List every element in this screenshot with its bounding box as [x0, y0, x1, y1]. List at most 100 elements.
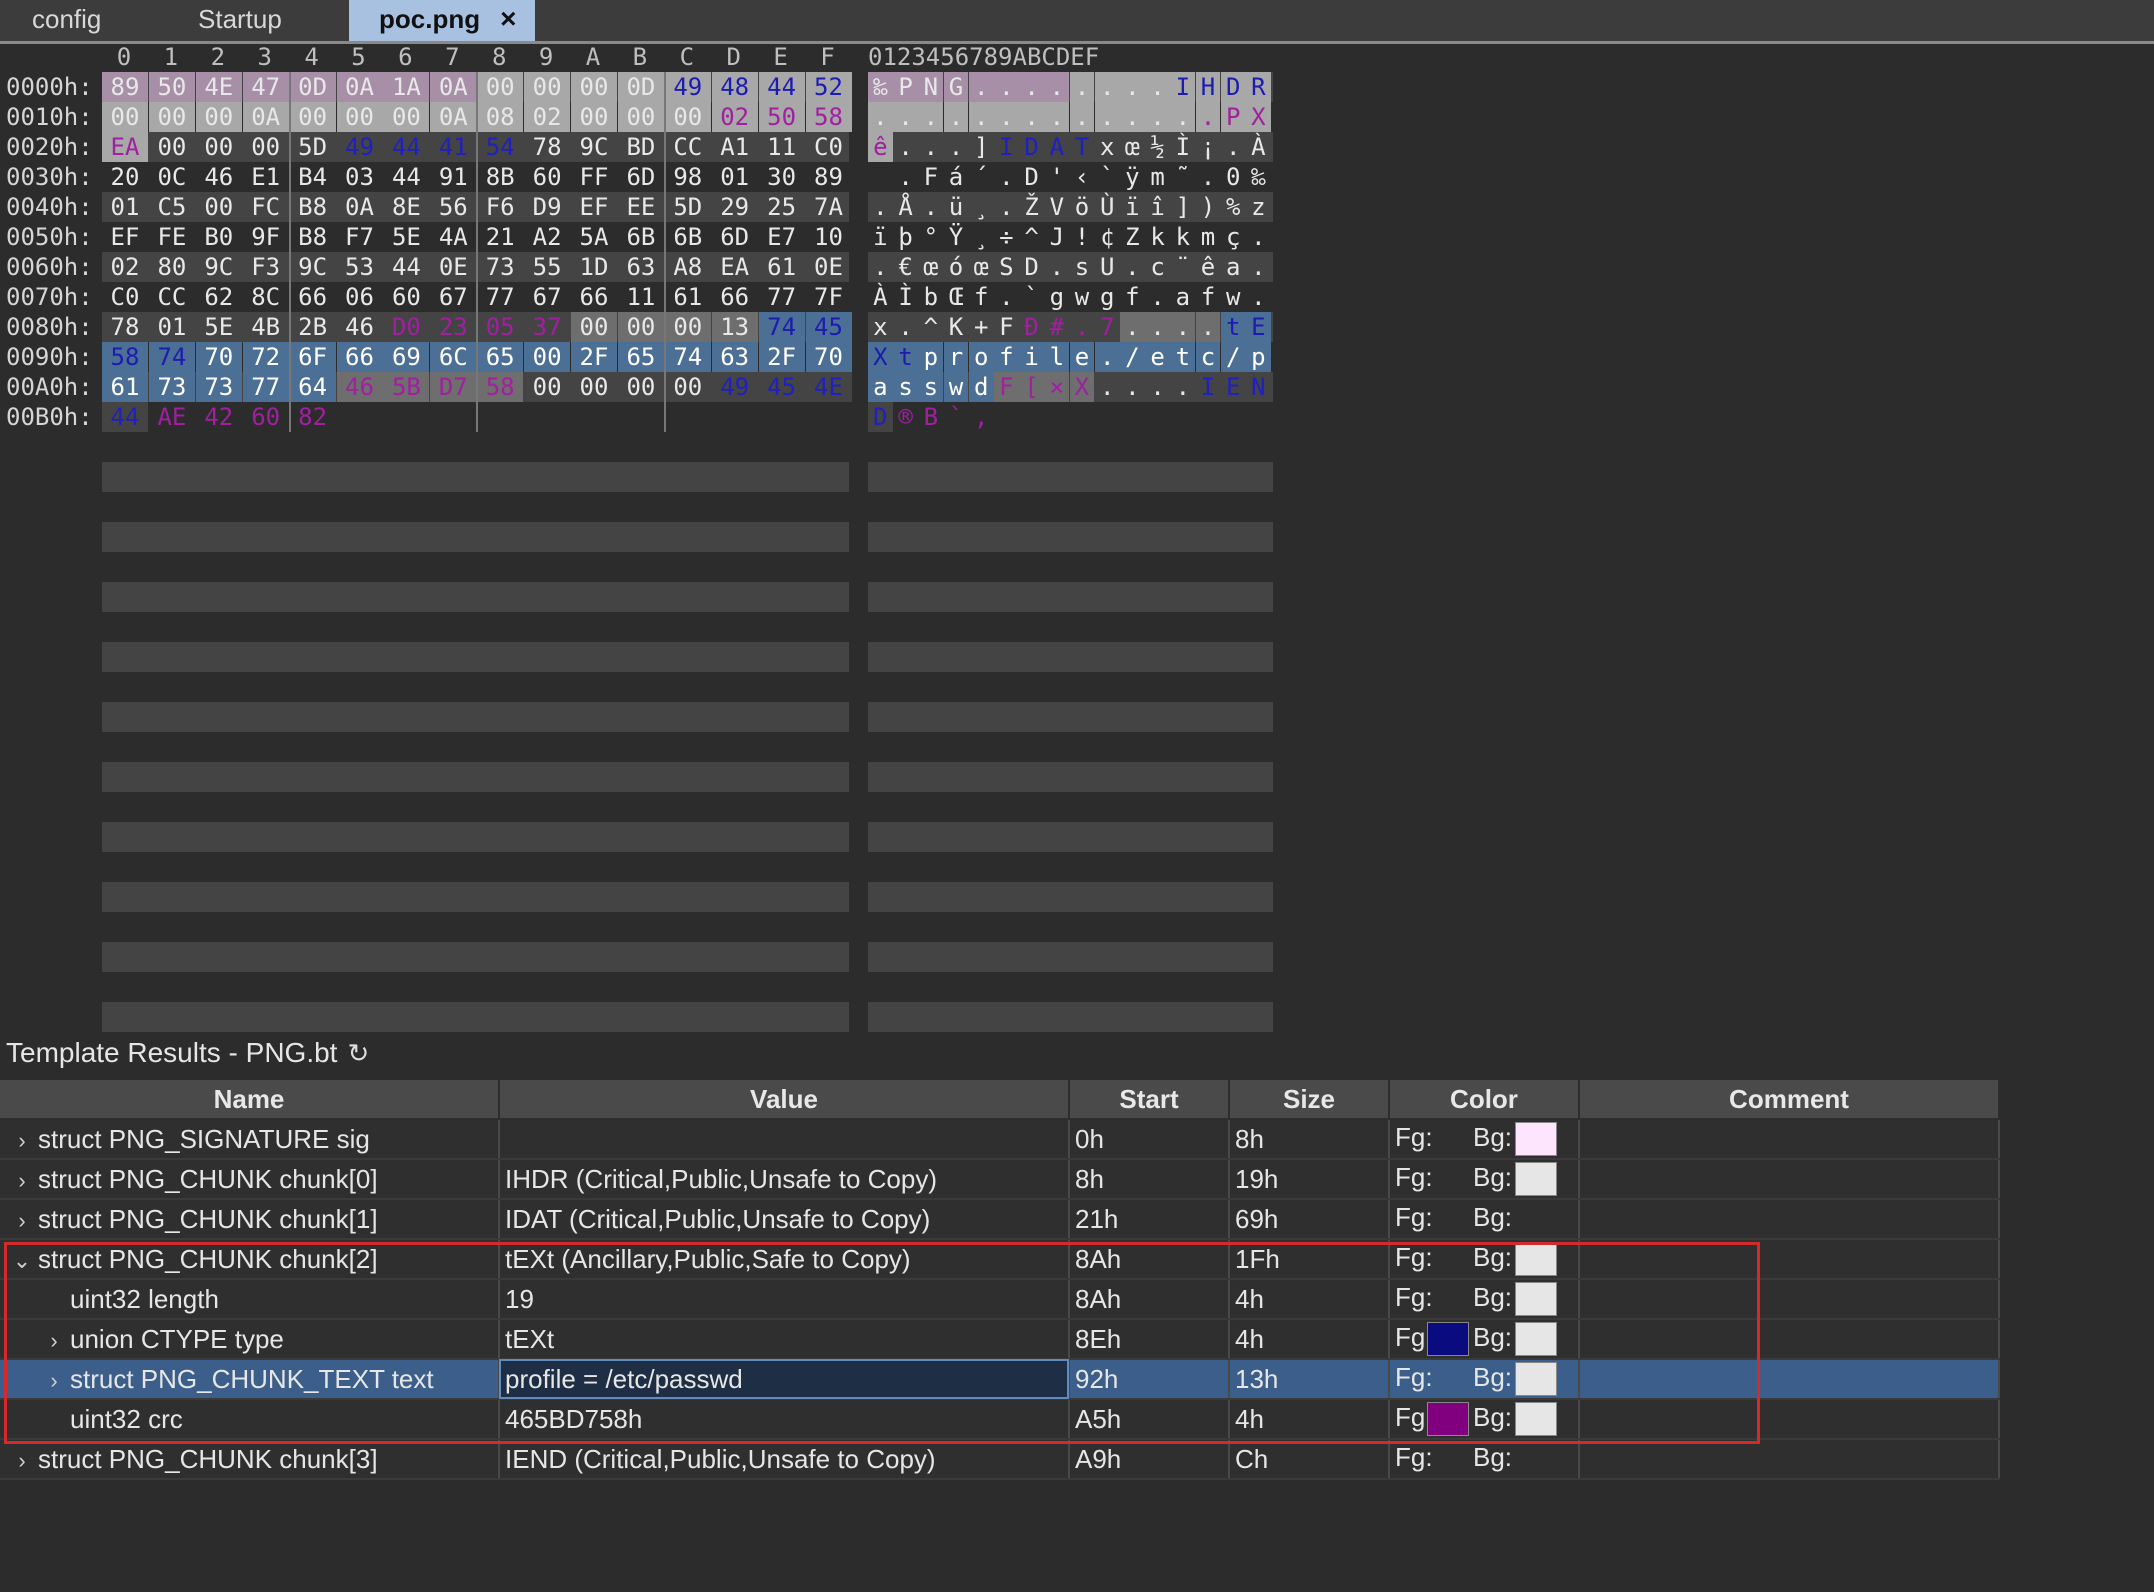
ascii-char[interactable]: m	[1145, 162, 1170, 192]
table-row[interactable]: › struct PNG_CHUNK chunk[3] IEND (Critical…	[0, 1439, 2000, 1480]
hex-byte[interactable]: 69	[383, 342, 430, 372]
hex-byte[interactable]: 9C	[196, 252, 242, 282]
ascii-char[interactable]: ü	[944, 192, 969, 222]
hex-byte[interactable]: 08	[477, 102, 524, 132]
ascii-char[interactable]: .	[1044, 72, 1070, 102]
hex-byte[interactable]: B8	[290, 192, 336, 222]
hex-byte[interactable]: 00	[617, 372, 664, 402]
ascii-char[interactable]: .	[918, 132, 943, 162]
ascii-char[interactable]: i	[1019, 342, 1044, 372]
hex-byte[interactable]: 00	[102, 102, 148, 132]
ascii-char[interactable]: m	[1196, 222, 1221, 252]
ascii-char[interactable]: D	[1220, 72, 1246, 102]
bg-color-swatch[interactable]	[1515, 1322, 1557, 1357]
ascii-char[interactable]: w	[1070, 282, 1095, 312]
hex-byte[interactable]: 55	[524, 252, 570, 282]
ascii-char[interactable]: /	[1220, 342, 1246, 372]
ascii-char[interactable]: s	[893, 372, 918, 402]
ascii-char[interactable]: ï	[868, 222, 893, 252]
table-row[interactable]: › struct PNG_CHUNK chunk[1] IDAT (Critical…	[0, 1199, 2000, 1240]
hex-byte[interactable]: 13	[711, 312, 758, 342]
ascii-char[interactable]: .	[1195, 312, 1221, 342]
tab-config[interactable]: config	[20, 0, 113, 41]
hex-byte[interactable]: 00	[664, 102, 711, 132]
hex-byte[interactable]: 02	[711, 102, 758, 132]
ascii-char[interactable]: t	[1220, 312, 1246, 342]
hex-byte[interactable]: 74	[148, 342, 195, 372]
ascii-char[interactable]: s	[918, 372, 944, 402]
chevron-right-icon[interactable]: ›	[10, 1448, 34, 1474]
hex-byte[interactable]: 5B	[383, 372, 430, 402]
ascii-char[interactable]: î	[1145, 192, 1170, 222]
ascii-char[interactable]: D	[1019, 132, 1044, 162]
hex-byte[interactable]: EF	[571, 192, 617, 222]
bg-color-swatch[interactable]	[1515, 1122, 1557, 1157]
table-row[interactable]: uint32 length 19 8Ah 4h Fg: Bg:	[0, 1279, 2000, 1320]
ascii-char[interactable]: !	[1070, 222, 1095, 252]
hex-byte[interactable]: 66	[712, 282, 758, 312]
hex-byte[interactable]: 00	[617, 102, 664, 132]
ascii-char[interactable]: V	[1044, 192, 1069, 222]
ascii-char[interactable]: I	[1195, 372, 1221, 402]
hex-byte[interactable]: 0A	[430, 102, 477, 132]
ascii-char[interactable]: x	[868, 312, 893, 342]
ascii-char[interactable]: a	[1221, 252, 1246, 282]
hex-byte[interactable]: 8B	[477, 162, 523, 192]
ascii-char[interactable]: o	[968, 342, 994, 372]
ascii-char[interactable]: D	[1019, 252, 1044, 282]
ascii-char[interactable]: .	[1170, 312, 1196, 342]
ascii-char[interactable]: Ù	[1095, 192, 1120, 222]
hex-byte[interactable]: 50	[758, 102, 805, 132]
hex-byte[interactable]: 7A	[806, 192, 852, 222]
ascii-char[interactable]: .	[968, 72, 994, 102]
ascii-char[interactable]: P	[893, 72, 918, 102]
ascii-char[interactable]: P	[1220, 102, 1246, 132]
ascii-char[interactable]: ¡	[1196, 132, 1221, 162]
ascii-char[interactable]: ®	[893, 402, 918, 432]
ascii-char[interactable]: N	[918, 72, 944, 102]
ascii-char[interactable]: °	[918, 222, 943, 252]
hex-byte[interactable]: 46	[336, 372, 383, 402]
ascii-char[interactable]: .	[1120, 372, 1145, 402]
table-row[interactable]: › union CTYPE type tEXt 8Eh 4h Fg: Bg:	[0, 1319, 2000, 1360]
ascii-char[interactable]: .	[1145, 282, 1170, 312]
ascii-char[interactable]: /	[1120, 342, 1145, 372]
hex-byte[interactable]: 4B	[243, 312, 289, 342]
ascii-char[interactable]: B	[918, 402, 943, 432]
ascii-char[interactable]: .	[1094, 102, 1120, 132]
hex-byte[interactable]: 42	[196, 402, 242, 432]
ascii-char[interactable]: þ	[893, 222, 918, 252]
ascii-char[interactable]: ´	[969, 162, 994, 192]
ascii-char[interactable]: .	[1094, 342, 1120, 372]
hex-byte[interactable]: BD	[618, 132, 664, 162]
ascii-char[interactable]: F	[994, 312, 1019, 342]
hex-byte[interactable]: 2F	[758, 342, 805, 372]
ascii-char[interactable]: .	[994, 192, 1019, 222]
hex-byte[interactable]: A2	[524, 222, 570, 252]
hex-byte[interactable]: 63	[618, 252, 664, 282]
hex-byte[interactable]: 01	[102, 192, 148, 222]
ascii-char[interactable]: ï	[1120, 192, 1145, 222]
hex-byte[interactable]: 00	[571, 372, 617, 402]
ascii-char[interactable]: f	[1120, 282, 1145, 312]
hex-byte[interactable]: 73	[148, 372, 195, 402]
ascii-char[interactable]: I	[994, 132, 1019, 162]
tab-poc-png[interactable]: poc.png ×	[349, 0, 535, 41]
ascii-char[interactable]: `	[1095, 162, 1120, 192]
ascii-char[interactable]: .	[1246, 222, 1271, 252]
hex-byte[interactable]: 74	[664, 342, 711, 372]
hex-byte[interactable]: 56	[430, 192, 476, 222]
ascii-char[interactable]: [	[1019, 372, 1044, 402]
hex-byte[interactable]: 5D	[665, 192, 711, 222]
hex-byte[interactable]: 25	[759, 192, 805, 222]
ascii-char[interactable]: .	[1094, 72, 1120, 102]
ascii-char[interactable]: `	[1019, 282, 1044, 312]
ascii-char[interactable]: s	[1070, 252, 1095, 282]
ascii-char[interactable]: œ	[1120, 132, 1145, 162]
ascii-char[interactable]: .	[968, 102, 994, 132]
hex-byte[interactable]: 0E	[430, 252, 476, 282]
ascii-char[interactable]: .	[1120, 252, 1145, 282]
hex-byte[interactable]: CC	[149, 282, 195, 312]
ascii-char[interactable]: .	[1069, 102, 1095, 132]
ascii-char[interactable]: 0	[1221, 162, 1246, 192]
